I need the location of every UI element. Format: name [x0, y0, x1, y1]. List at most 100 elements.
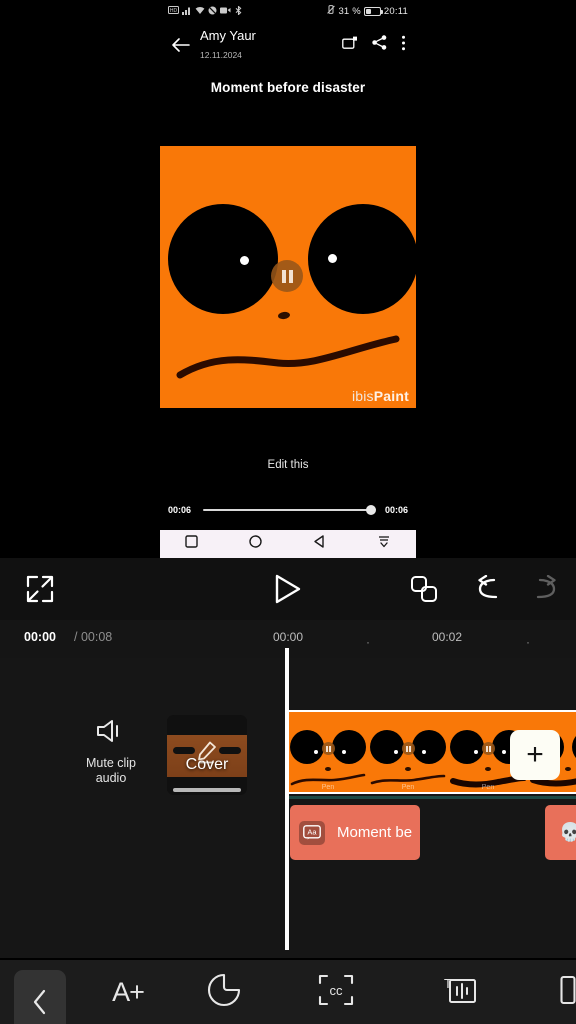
- add-clip-button[interactable]: +: [510, 730, 560, 780]
- total-time: / 00:08: [74, 630, 113, 644]
- contact-date: 12.11.2024: [200, 50, 242, 60]
- sticker-tool[interactable]: [192, 960, 256, 1024]
- chevron-left-icon: [32, 989, 48, 1020]
- picture-in-picture-icon[interactable]: [342, 36, 358, 55]
- hd-icon: HD: [168, 6, 179, 16]
- frame-label: Pen: [401, 784, 415, 791]
- current-time: 00:00: [24, 630, 56, 644]
- preview-canvas[interactable]: HD 31 % 20:11 Amy Yaur 12.11.2024 Moment…: [160, 0, 416, 558]
- preview-area: HD 31 % 20:11 Amy Yaur 12.11.2024 Moment…: [0, 0, 576, 558]
- circle-icon[interactable]: [249, 535, 262, 553]
- signal-icon: [182, 6, 192, 17]
- text-clip[interactable]: 💀: [545, 805, 576, 860]
- editor-control-bar: [0, 558, 576, 620]
- more-vertical-icon[interactable]: [401, 35, 406, 56]
- right-pupil: [328, 254, 337, 263]
- watermark-suffix: Paint: [373, 388, 409, 404]
- add-text-label: A+: [112, 976, 145, 1007]
- speaker-mute-icon: [72, 718, 150, 748]
- battery-percent: 31 %: [338, 5, 361, 17]
- nose: [277, 311, 291, 320]
- undo-icon[interactable]: [460, 558, 516, 620]
- svg-text:cc: cc: [330, 983, 344, 998]
- scrubber-knob[interactable]: [365, 505, 376, 515]
- scrubber-elapsed: 00:06: [168, 505, 192, 515]
- video-editor-screen: HD 31 % 20:11 Amy Yaur 12.11.2024 Moment…: [0, 0, 576, 1024]
- frame-pause-badge: [482, 742, 495, 755]
- clip-frame: Pen: [368, 712, 448, 792]
- text-to-speech-tool[interactable]: T: [428, 960, 492, 1024]
- header-actions: [342, 35, 406, 56]
- cover-label: Cover: [185, 756, 229, 773]
- clip-frame: Pen: [288, 712, 368, 792]
- layers-copy-icon[interactable]: [396, 558, 452, 620]
- mute-clip-audio-button[interactable]: Mute clip audio: [72, 718, 150, 785]
- captions-tool[interactable]: cc: [304, 960, 368, 1024]
- frame-label: Pen: [481, 784, 495, 791]
- watermark-prefix: ibis: [351, 388, 374, 404]
- mouth: [174, 331, 402, 381]
- left-pupil: [240, 256, 249, 265]
- artwork-image[interactable]: ibisPaint: [160, 146, 416, 408]
- frame-pause-badge: [322, 742, 335, 755]
- add-text-tool[interactable]: A+: [96, 960, 160, 1024]
- playhead[interactable]: [285, 658, 289, 950]
- skull-emoji: 💀: [559, 822, 576, 842]
- text-aa-icon: Aa: [299, 820, 325, 845]
- overlay-tool[interactable]: [548, 960, 576, 1024]
- ruler-tick-2: 00:02: [432, 630, 463, 644]
- status-clock: 20:11: [383, 5, 408, 17]
- svg-text:T: T: [444, 976, 452, 991]
- status-right-group: 31 % 20:11: [327, 5, 408, 17]
- contact-info: Amy Yaur 12.11.2024: [200, 27, 256, 64]
- cover-thumbnail[interactable]: Cover: [167, 715, 247, 795]
- left-eye: [168, 204, 278, 314]
- scrubber-duration: 00:06: [384, 505, 408, 515]
- wifi-icon: [195, 6, 205, 17]
- play-icon[interactable]: [255, 558, 321, 620]
- preview-scrubber[interactable]: 00:06 00:06: [160, 500, 416, 520]
- captions-cc-icon: cc: [318, 974, 354, 1011]
- bluetooth-icon: [234, 4, 243, 17]
- bottom-toolbar: A+ cc T: [0, 960, 576, 1024]
- redo-icon[interactable]: [518, 558, 574, 620]
- overlay-icon: [560, 974, 576, 1011]
- strip-underline: [288, 796, 576, 799]
- triangle-back-icon[interactable]: [313, 535, 326, 553]
- message-caption: Moment before disaster: [210, 80, 366, 95]
- toolbar-back-button[interactable]: [14, 970, 66, 1024]
- right-eye: [308, 204, 416, 314]
- frame-pause-badge: [402, 742, 415, 755]
- status-bar: HD 31 % 20:11: [160, 0, 416, 22]
- svg-text:HD: HD: [170, 8, 178, 14]
- preview-chat-header: Amy Yaur 12.11.2024: [160, 24, 416, 66]
- frame-label: Pen: [321, 784, 335, 791]
- text-waveform-icon: T: [443, 974, 477, 1011]
- android-navbar: [160, 530, 416, 558]
- ruler-tick-3: ·: [526, 635, 530, 649]
- collapse-keyboard-icon[interactable]: [377, 535, 391, 553]
- mute-label-line2: audio: [95, 770, 127, 785]
- edit-this-label[interactable]: Edit this: [160, 459, 416, 471]
- ruler-tick-0: 00:00: [273, 630, 304, 644]
- dnd-icon: [208, 6, 217, 17]
- ibispaint-watermark: ibisPaint: [352, 388, 409, 404]
- share-icon[interactable]: [372, 35, 387, 55]
- text-clip[interactable]: Aa Moment be: [290, 805, 420, 860]
- video-icon: [220, 7, 231, 16]
- status-left-icons: HD: [168, 4, 243, 17]
- svg-text:Aa: Aa: [307, 827, 317, 836]
- contact-name: Amy Yaur: [200, 27, 256, 43]
- text-clip-title: Moment be: [337, 824, 413, 841]
- square-icon[interactable]: [185, 535, 199, 553]
- timeline-body[interactable]: Mute clip audio Cover Pen Pen Pen + Aa M…: [0, 658, 576, 958]
- playhead-head[interactable]: [285, 648, 289, 660]
- vibrate-icon: [327, 5, 336, 17]
- scrubber-track[interactable]: [203, 505, 376, 515]
- ruler-tick-1: ·: [366, 635, 370, 649]
- pause-icon[interactable]: [271, 260, 303, 292]
- battery-icon: [363, 6, 383, 16]
- expand-fullscreen-icon[interactable]: [0, 558, 80, 620]
- arrow-left-icon[interactable]: [170, 34, 192, 56]
- mute-label-line1: Mute clip: [85, 755, 137, 770]
